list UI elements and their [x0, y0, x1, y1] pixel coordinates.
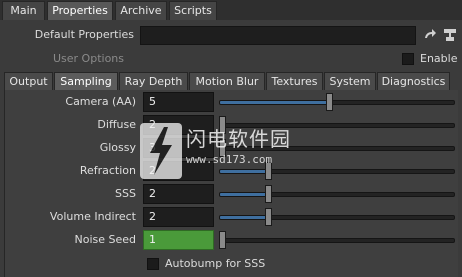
user-options-label: User Options — [52, 52, 124, 65]
sss-slider-track — [219, 192, 455, 197]
enable-checkbox[interactable] — [402, 53, 414, 65]
camera-aa-slider-fill — [220, 101, 330, 104]
camera-aa-label: Camera (AA) — [65, 95, 136, 108]
noise-seed-slider-handle[interactable] — [219, 231, 226, 249]
tab-sampling[interactable]: Sampling — [54, 72, 118, 91]
tab-motion-blur[interactable]: Motion Blur — [189, 72, 265, 91]
sss-slider-fill — [220, 193, 270, 196]
volume-indirect-label: Volume Indirect — [49, 210, 136, 223]
tab-diagnostics[interactable]: Diagnostics — [377, 72, 450, 91]
noise-seed-value-field[interactable]: 1 — [143, 230, 214, 250]
volume-indirect-slider-fill — [220, 216, 270, 219]
sampling-content: Camera (AA)5Diffuse2Glossy3Refraction2SS… — [4, 90, 458, 277]
volume-indirect-value-field[interactable]: 2 — [143, 207, 214, 227]
sss-value-field[interactable]: 2 — [143, 184, 214, 204]
tab-system[interactable]: System — [324, 72, 376, 91]
sss-slider[interactable] — [219, 184, 455, 204]
node-graph-icon[interactable] — [443, 28, 457, 42]
noise-seed-label: Noise Seed — [74, 233, 136, 246]
volume-indirect-slider-handle[interactable] — [265, 208, 273, 226]
diffuse-label: Diffuse — [97, 118, 136, 131]
glossy-label: Glossy — [99, 141, 136, 154]
tab-ray-depth[interactable]: Ray Depth — [119, 72, 188, 91]
tab-textures[interactable]: Textures — [266, 72, 323, 91]
top-tab-bar: Main Properties Archive Scripts — [0, 0, 462, 20]
autobump-sss-checkbox[interactable] — [147, 258, 159, 270]
tab-properties[interactable]: Properties — [47, 1, 113, 20]
autobump-sss-label: Autobump for SSS — [165, 257, 266, 270]
camera-aa-value-field[interactable]: 5 — [143, 92, 214, 112]
tab-archive[interactable]: Archive — [115, 1, 167, 20]
enable-label: Enable — [420, 52, 458, 65]
watermark: 闪电软件园 www.sd173.com — [140, 121, 310, 183]
noise-seed-slider[interactable] — [219, 230, 455, 250]
noise-seed-slider-track — [219, 238, 455, 243]
tab-output[interactable]: Output — [4, 72, 53, 91]
sss-slider-handle[interactable] — [265, 185, 273, 203]
watermark-url: www.sd173.com — [186, 153, 273, 166]
sub-tab-bar: Output Sampling Ray Depth Motion Blur Te… — [4, 72, 458, 91]
camera-aa-slider[interactable] — [219, 92, 455, 112]
tab-main[interactable]: Main — [2, 1, 45, 20]
volume-indirect-slider[interactable] — [219, 207, 455, 227]
tab-scripts[interactable]: Scripts — [169, 1, 217, 20]
refraction-label: Refraction — [79, 164, 136, 177]
default-properties-field[interactable] — [140, 26, 416, 45]
watermark-title: 闪电软件园 — [186, 127, 291, 151]
default-properties-label: Default Properties — [34, 28, 134, 41]
volume-indirect-slider-track — [219, 215, 455, 220]
camera-aa-slider-handle[interactable] — [325, 93, 333, 111]
jump-arrow-icon[interactable] — [423, 28, 437, 42]
camera-aa-slider-track — [219, 100, 455, 105]
sss-label: SSS — [115, 187, 136, 200]
properties-panel: Default Properties User Options Enable O… — [0, 20, 462, 277]
